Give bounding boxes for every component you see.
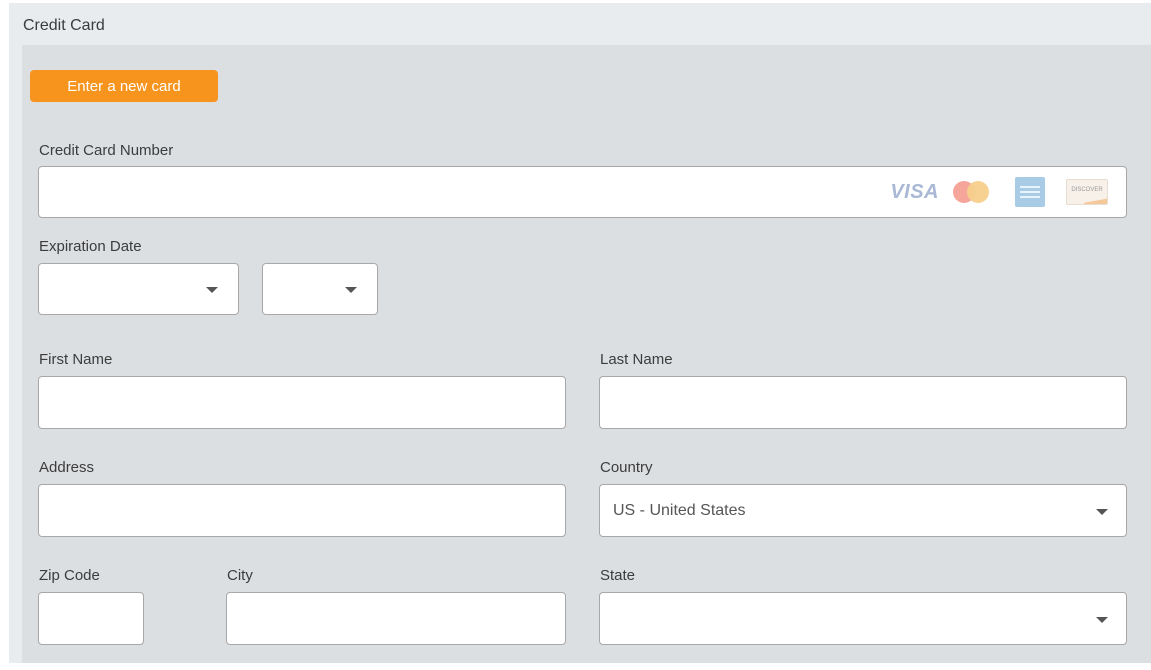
card-number-field[interactable]: VISA DISCOVER [38, 166, 1127, 218]
zip-code-label: Zip Code [39, 567, 100, 584]
first-name-label: First Name [39, 351, 113, 368]
discover-icon: DISCOVER [1066, 179, 1108, 205]
last-name-field[interactable] [599, 376, 1127, 429]
discover-label: DISCOVER [1071, 187, 1103, 193]
country-select[interactable]: US - United States [599, 484, 1127, 537]
zip-code-field[interactable] [38, 592, 144, 645]
caret-down-icon [1096, 617, 1108, 623]
section-title: Credit Card [23, 17, 105, 34]
enter-new-card-button[interactable]: Enter a new card [30, 70, 218, 102]
caret-down-icon [206, 287, 218, 293]
amex-icon [1015, 177, 1045, 207]
first-name-field[interactable] [38, 376, 566, 429]
caret-down-icon [1096, 509, 1108, 515]
expiration-date-label: Expiration Date [39, 238, 142, 255]
expiration-month-select[interactable] [38, 263, 239, 315]
card-number-label: Credit Card Number [39, 142, 174, 159]
zip-code-input[interactable] [39, 593, 143, 644]
city-field[interactable] [226, 592, 566, 645]
mastercard-icon [953, 181, 993, 203]
address-input[interactable] [39, 485, 565, 536]
credit-card-panel: Credit Card [9, 3, 1151, 663]
expiration-year-select[interactable] [262, 263, 378, 315]
first-name-input[interactable] [39, 377, 565, 428]
country-value: US - United States [613, 501, 746, 519]
caret-down-icon [345, 287, 357, 293]
last-name-label: Last Name [600, 351, 673, 368]
city-label: City [227, 567, 253, 584]
state-select[interactable] [599, 592, 1127, 645]
visa-icon: VISA [890, 180, 939, 203]
last-name-input[interactable] [600, 377, 1126, 428]
state-label: State [600, 567, 636, 584]
address-field[interactable] [38, 484, 566, 537]
credit-card-form [22, 45, 1151, 663]
city-input[interactable] [227, 593, 565, 644]
country-label: Country [600, 459, 653, 476]
address-label: Address [39, 459, 95, 476]
card-logos: VISA DISCOVER [890, 177, 1108, 207]
